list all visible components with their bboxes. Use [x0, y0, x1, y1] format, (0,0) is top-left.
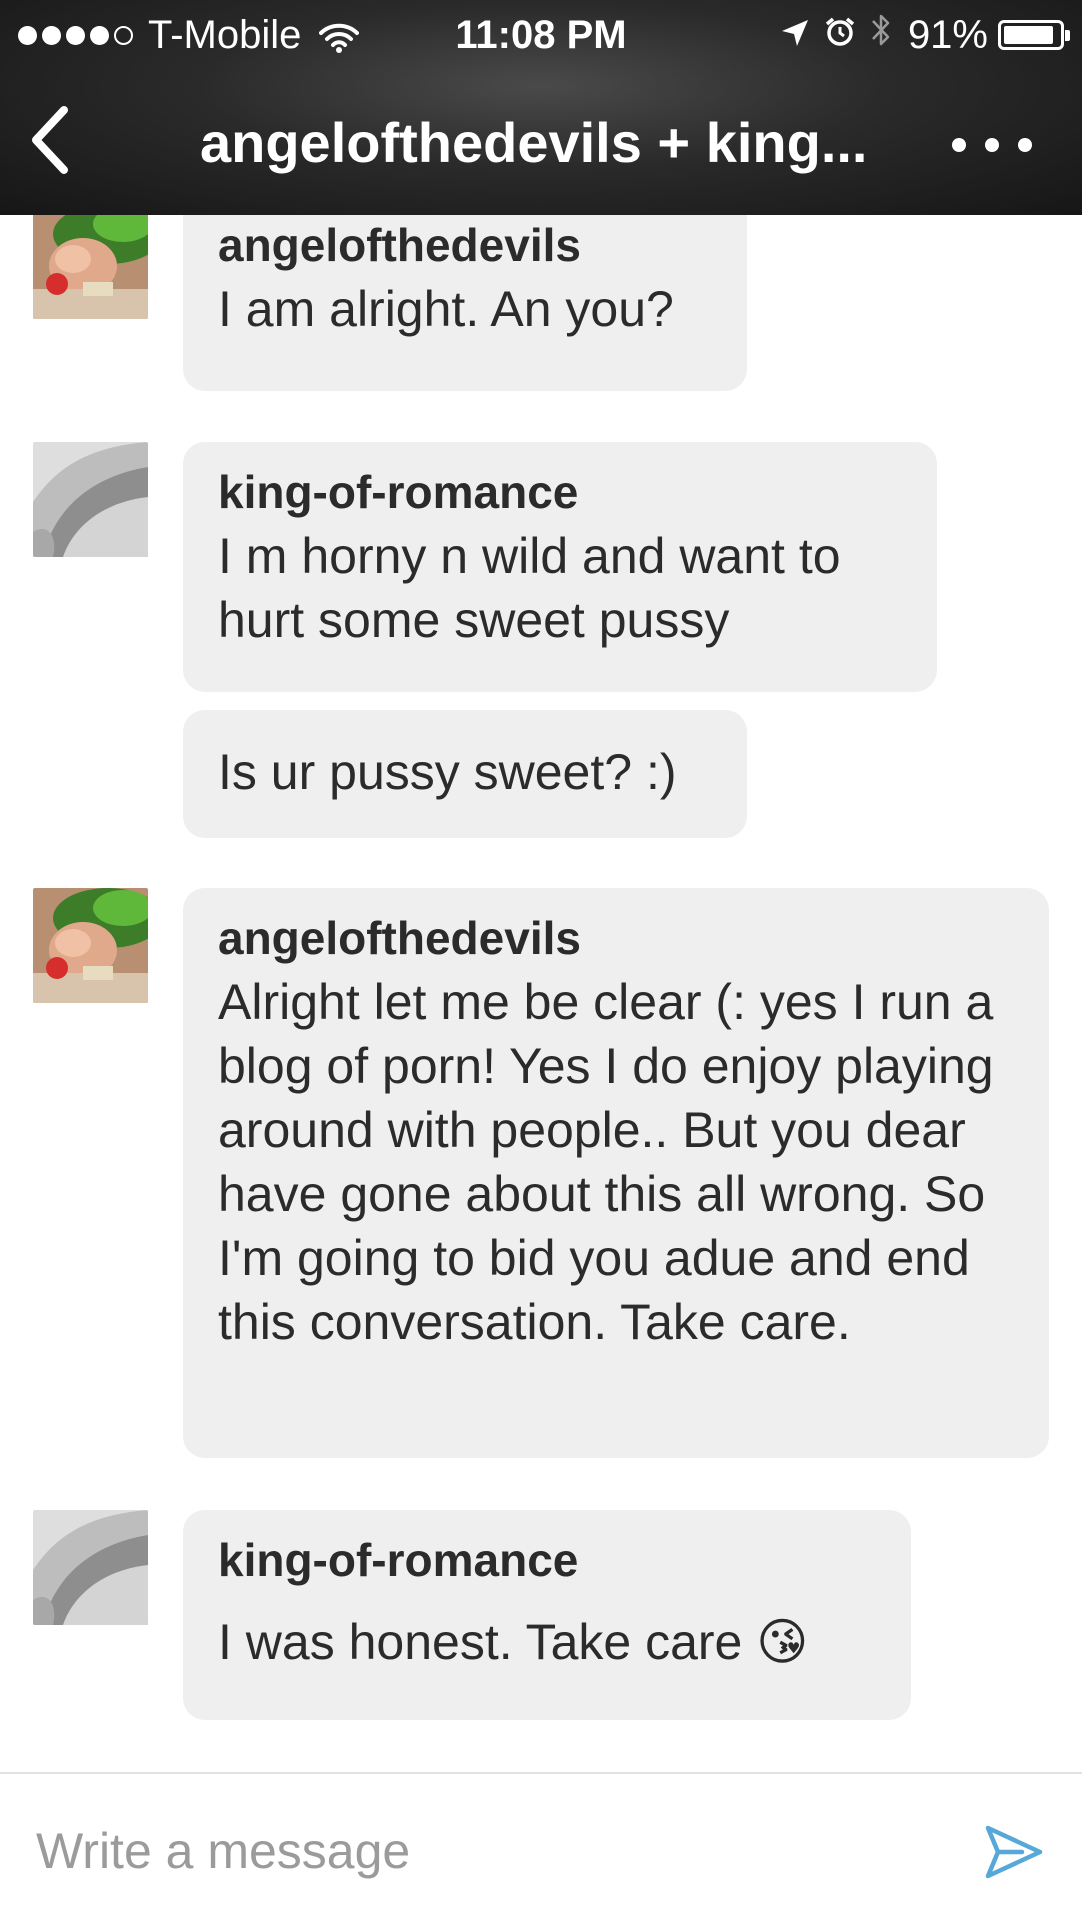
message-text: Alright let me be clear (: yes I run a b… — [218, 974, 994, 1350]
message-bubble[interactable]: angelofthedevils Alright let me be clear… — [183, 888, 1049, 1458]
battery-fill — [1004, 26, 1053, 44]
message-list[interactable]: angelofthedevils I am alright. An you? k… — [0, 0, 1082, 1772]
status-right: 91% — [766, 10, 1070, 60]
message-sender[interactable]: angelofthedevils — [218, 213, 712, 277]
message-bubble[interactable]: king-of-romance I was honest. Take care … — [183, 1510, 911, 1720]
send-button[interactable] — [982, 1820, 1046, 1884]
message-sender[interactable]: angelofthedevils — [218, 906, 1014, 970]
message-text: I am alright. An you? — [218, 281, 674, 337]
message-sender[interactable]: king-of-romance — [218, 460, 902, 524]
avatar-angelofthedevils[interactable] — [33, 204, 148, 319]
message-text: I was honest. Take care 😘 — [218, 1614, 809, 1670]
message-bubble[interactable]: angelofthedevils I am alright. An you? — [183, 195, 747, 391]
message-input[interactable] — [36, 1816, 936, 1886]
battery-icon — [998, 20, 1070, 50]
more-dots-icon — [985, 138, 999, 152]
message-bubble[interactable]: king-of-romance I m horny n wild and wan… — [183, 442, 937, 692]
avatar-king-of-romance[interactable] — [33, 442, 148, 557]
send-icon — [985, 1825, 1043, 1879]
more-options-button[interactable] — [952, 125, 1032, 165]
more-dots-icon — [1018, 138, 1032, 152]
battery-percentage: 91% — [907, 12, 988, 57]
battery-nub — [1065, 30, 1070, 41]
bluetooth-icon — [870, 11, 892, 59]
message-sender[interactable]: king-of-romance — [218, 1528, 876, 1592]
more-dots-icon — [952, 138, 966, 152]
status-bar: T-Mobile 11:08 PM 91% — [0, 0, 1082, 70]
nav-bar: angelofthedevils + king... — [0, 70, 1082, 215]
compose-bar — [0, 1774, 1082, 1920]
chevron-left-icon — [32, 106, 68, 174]
location-arrow-icon — [780, 13, 810, 58]
alarm-clock-icon — [824, 13, 856, 58]
top-bar: T-Mobile 11:08 PM 91% angelofthedevils +… — [0, 0, 1082, 215]
message-bubble[interactable]: Is ur pussy sweet? :) — [183, 710, 747, 838]
chat-screen: angelofthedevils I am alright. An you? k… — [0, 0, 1082, 1920]
message-text: Is ur pussy sweet? :) — [218, 744, 677, 800]
avatar-angelofthedevils[interactable] — [33, 888, 148, 1003]
message-text: I m horny n wild and want to hurt some s… — [218, 528, 841, 648]
conversation-title[interactable]: angelofthedevils + king... — [200, 110, 890, 176]
back-button[interactable] — [20, 100, 80, 180]
avatar-king-of-romance[interactable] — [33, 1510, 148, 1625]
